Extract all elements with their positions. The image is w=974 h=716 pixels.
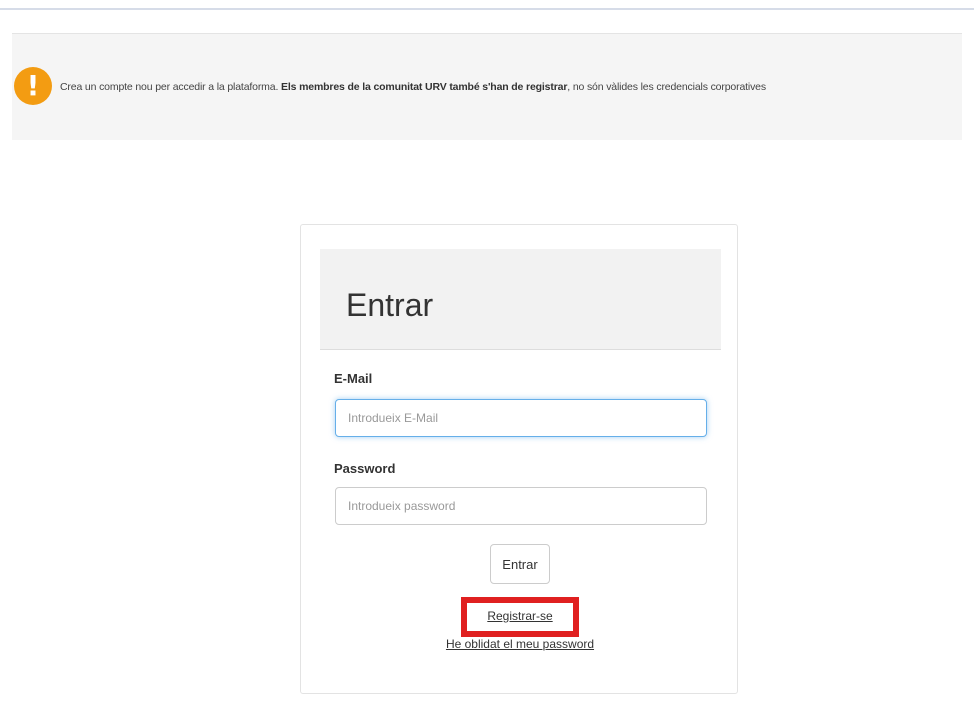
login-panel: Entrar E-Mail Password Entrar Registrar-… [300,224,738,694]
email-label: E-Mail [334,371,373,386]
forgot-password-link[interactable]: He oblidat el meu password [411,637,629,651]
notice-text-bold: Els membres de la comunitat URV també s'… [281,81,568,93]
password-label: Password [334,461,396,476]
register-link[interactable]: Registrar-se [461,597,579,637]
top-edge [0,0,974,10]
notice-banner: ! Crea un compte nou per accedir a la pl… [12,34,962,140]
notice-text-after: , no són vàlides les credencials corpora… [567,81,766,93]
password-field[interactable] [335,487,707,525]
email-field[interactable] [335,399,707,437]
page-title: Entrar [346,287,434,323]
submit-button[interactable]: Entrar [490,544,550,584]
panel-heading: Entrar [320,249,721,350]
page: ! Crea un compte nou per accedir a la pl… [0,0,974,716]
notice-text: Crea un compte nou per accedir a la plat… [60,78,766,96]
exclamation-icon: ! [14,67,52,105]
notice-text-before: Crea un compte nou per accedir a la plat… [60,81,282,93]
